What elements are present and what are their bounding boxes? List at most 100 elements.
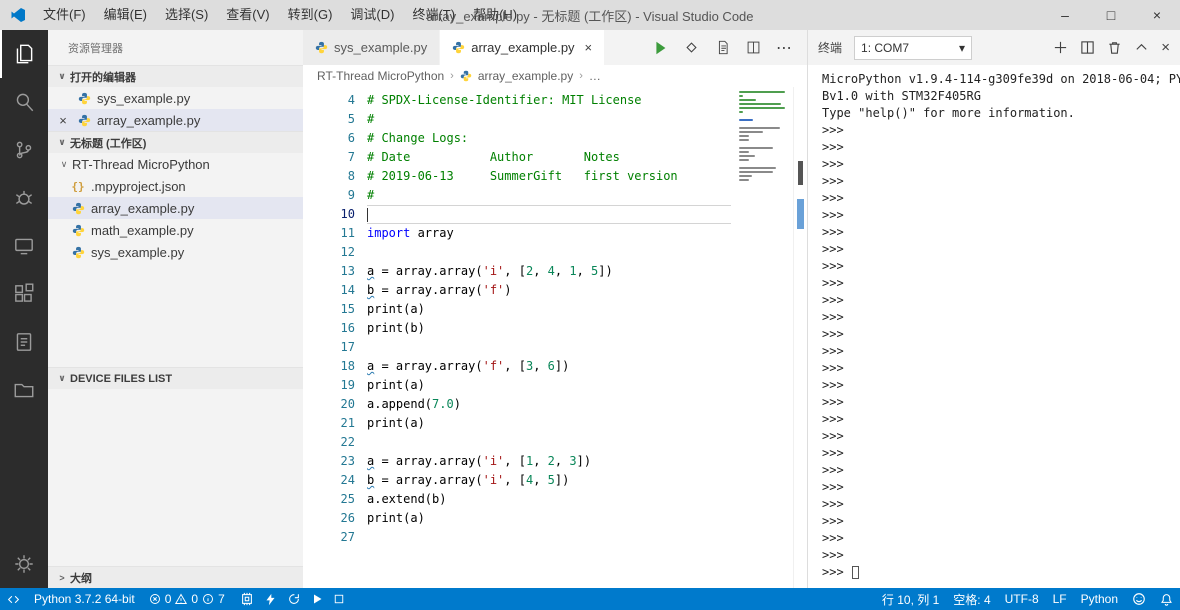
chevron-up-icon[interactable]	[1134, 40, 1149, 55]
line-number[interactable]: 22	[303, 433, 355, 452]
minimap[interactable]	[735, 89, 793, 189]
close-icon[interactable]: ×	[585, 40, 593, 55]
remote-indicator-icon[interactable]	[0, 588, 27, 610]
code-line[interactable]: print(b)	[367, 319, 731, 338]
menu-debug[interactable]: 调试(D)	[341, 0, 403, 30]
settings-gear-icon[interactable]	[0, 540, 48, 588]
code-line[interactable]: a.extend(b)	[367, 490, 731, 509]
code-line[interactable]: print(a)	[367, 376, 731, 395]
menu-help[interactable]: 帮助(H)	[464, 0, 526, 30]
indent-indicator[interactable]: 空格: 4	[946, 588, 997, 610]
split-editor-icon[interactable]	[745, 39, 762, 56]
code-line[interactable]: a.append(7.0)	[367, 395, 731, 414]
feedback-smiley-icon[interactable]	[1125, 588, 1153, 610]
board-icon[interactable]	[240, 592, 254, 606]
code-line[interactable]: a = array.array('i', [1, 2, 3])	[367, 452, 731, 471]
line-number[interactable]: 19	[303, 376, 355, 395]
menu-terminal[interactable]: 终端(T)	[403, 0, 464, 30]
code-line[interactable]	[367, 433, 731, 452]
extensions-icon[interactable]	[0, 270, 48, 318]
line-number[interactable]: 18	[303, 357, 355, 376]
search-icon[interactable]	[0, 78, 48, 126]
line-number[interactable]: 9	[303, 186, 355, 205]
code-line[interactable]	[367, 528, 731, 547]
line-number[interactable]: 21	[303, 414, 355, 433]
minimize-button[interactable]: –	[1042, 0, 1088, 30]
tree-file[interactable]: sys_example.py	[48, 241, 303, 263]
close-button[interactable]: ×	[1134, 0, 1180, 30]
eol-indicator[interactable]: LF	[1046, 588, 1074, 610]
device-files-header[interactable]: ∨ DEVICE FILES LIST	[48, 367, 303, 389]
open-editor-item-active[interactable]: × array_example.py	[48, 109, 303, 131]
line-number[interactable]: 24	[303, 471, 355, 490]
code-line[interactable]: #	[367, 186, 731, 205]
maximize-button[interactable]: □	[1088, 0, 1134, 30]
split-terminal-icon[interactable]	[1080, 40, 1095, 55]
folders-icon[interactable]	[0, 366, 48, 414]
open-editor-item[interactable]: sys_example.py	[48, 87, 303, 109]
python-interpreter-status[interactable]: Python 3.7.2 64-bit	[27, 588, 142, 610]
workspace-header[interactable]: ∨ 无标题 (工作区)	[48, 131, 303, 153]
editor-scrollbar[interactable]	[793, 87, 807, 588]
sync-icon[interactable]	[287, 592, 301, 606]
tree-file[interactable]: {} .mpyproject.json	[48, 175, 303, 197]
code-line[interactable]	[367, 243, 731, 262]
breadcrumb-file[interactable]: array_example.py	[478, 69, 573, 83]
code-line[interactable]: print(a)	[367, 509, 731, 528]
scrollbar-thumb[interactable]	[798, 161, 803, 185]
code-line[interactable]: # Date Author Notes	[367, 148, 731, 167]
line-col-indicator[interactable]: 行 10, 列 1	[875, 588, 946, 610]
line-number[interactable]: 10	[303, 205, 355, 224]
code-line[interactable]: # Change Logs:	[367, 129, 731, 148]
explorer-icon[interactable]	[0, 30, 48, 78]
line-number[interactable]: 7	[303, 148, 355, 167]
more-actions-icon[interactable]: ⋯	[776, 38, 793, 58]
encoding-indicator[interactable]: UTF-8	[998, 588, 1046, 610]
close-panel-icon[interactable]: ×	[1161, 39, 1170, 56]
line-number[interactable]: 4	[303, 91, 355, 110]
menu-go[interactable]: 转到(G)	[279, 0, 342, 30]
code-line[interactable]: print(a)	[367, 414, 731, 433]
line-number[interactable]: 14	[303, 281, 355, 300]
line-number[interactable]: 5	[303, 110, 355, 129]
language-indicator[interactable]: Python	[1074, 588, 1125, 610]
line-number[interactable]: 6	[303, 129, 355, 148]
terminal-body[interactable]: MicroPython v1.9.4-114-g309fe39d on 2018…	[808, 65, 1180, 588]
debug-icon[interactable]	[0, 174, 48, 222]
menu-file[interactable]: 文件(F)	[34, 0, 95, 30]
code-line[interactable]	[367, 205, 731, 224]
trash-icon[interactable]	[1107, 40, 1122, 55]
close-icon[interactable]: ×	[56, 113, 70, 128]
tree-file-selected[interactable]: array_example.py	[48, 197, 303, 219]
run-debug-icon[interactable]	[683, 39, 700, 56]
outline-header[interactable]: > 大纲	[48, 566, 303, 588]
line-number[interactable]: 15	[303, 300, 355, 319]
code-line[interactable]	[367, 338, 731, 357]
open-editors-header[interactable]: ∨ 打开的编辑器	[48, 65, 303, 87]
line-number[interactable]: 16	[303, 319, 355, 338]
preview-icon[interactable]	[714, 39, 731, 56]
line-number[interactable]: 11	[303, 224, 355, 243]
code-line[interactable]: # 2019-06-13 SummerGift first version	[367, 167, 731, 186]
terminal-select[interactable]: 1: COM7 ▾	[854, 35, 973, 60]
line-number[interactable]: 17	[303, 338, 355, 357]
tab-sys-example[interactable]: sys_example.py	[303, 30, 441, 65]
menu-selection[interactable]: 选择(S)	[156, 0, 217, 30]
notifications-bell-icon[interactable]	[1153, 588, 1180, 610]
menu-view[interactable]: 查看(V)	[217, 0, 278, 30]
code-area[interactable]: 4 5 6 7 8 9 10 11 12 13 14 15 16 17 18 19 20 21 22 23 24 25 26…	[303, 87, 807, 588]
menu-edit[interactable]: 编辑(E)	[95, 0, 156, 30]
line-number[interactable]: 8	[303, 167, 355, 186]
tree-file[interactable]: math_example.py	[48, 219, 303, 241]
stop-icon[interactable]	[333, 593, 345, 605]
code-line[interactable]: b = array.array('f')	[367, 281, 731, 300]
line-number[interactable]: 13	[303, 262, 355, 281]
breadcrumb-folder[interactable]: RT-Thread MicroPython	[317, 69, 444, 83]
tree-folder[interactable]: ∨ RT-Thread MicroPython	[48, 153, 303, 175]
code-line[interactable]: a = array.array('f', [3, 6])	[367, 357, 731, 376]
code-line[interactable]: b = array.array('i', [4, 5])	[367, 471, 731, 490]
problems-status[interactable]: 0 0 7	[142, 588, 232, 610]
source-control-icon[interactable]	[0, 126, 48, 174]
code-line[interactable]: print(a)	[367, 300, 731, 319]
code-line[interactable]: #	[367, 110, 731, 129]
